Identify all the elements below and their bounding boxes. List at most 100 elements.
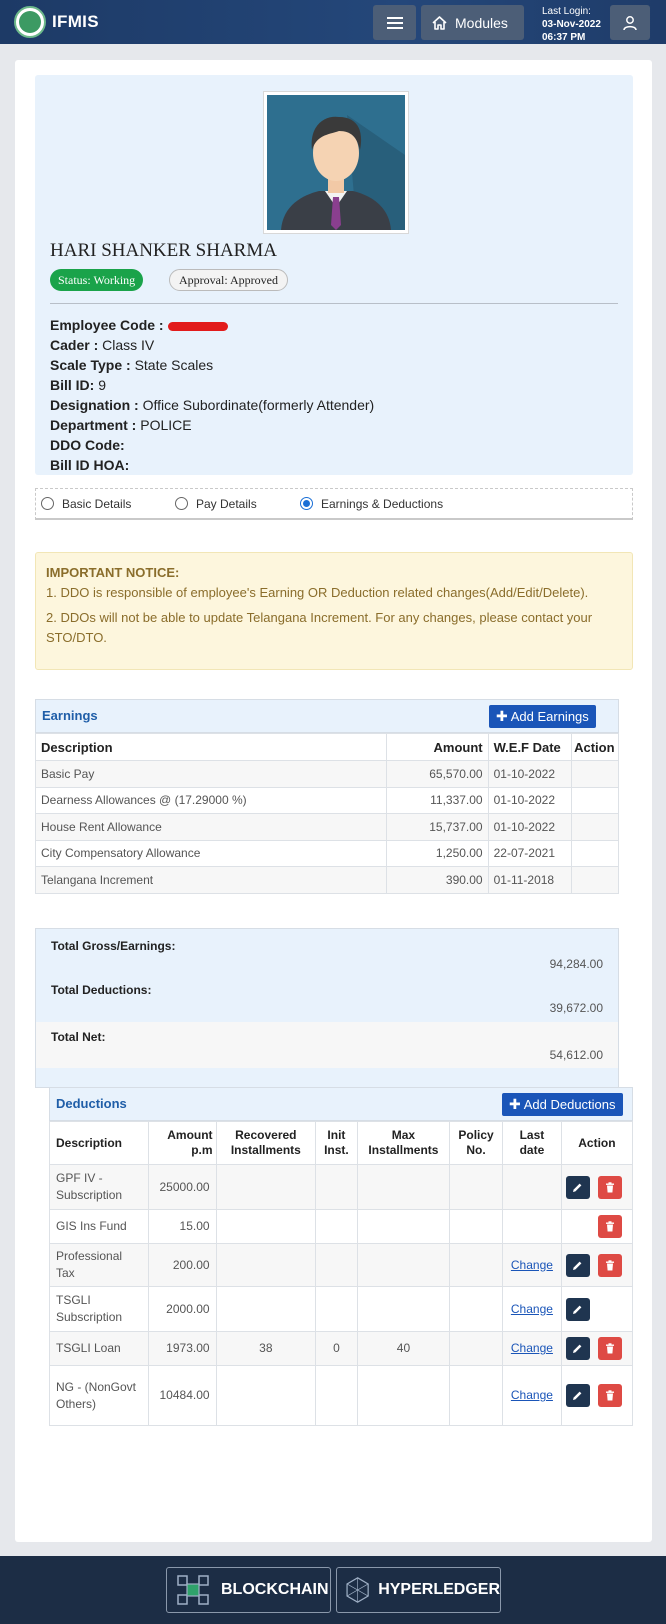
- pencil-icon: [573, 1391, 582, 1400]
- blockchain-button[interactable]: BLOCKCHAIN: [166, 1567, 331, 1613]
- status-badge: Status: Working: [50, 269, 144, 291]
- delete-deduction-button[interactable]: [597, 1253, 622, 1277]
- deduction-max-installments: [356, 1365, 451, 1426]
- scale-type-label: Scale Type :: [50, 357, 131, 373]
- deduction-row: TSGLI Subscription 2000.00 Change: [49, 1286, 634, 1332]
- col-wef-date: W.E.F Date: [487, 733, 573, 761]
- earning-description: Dearness Allowances @ (17.29000 %): [35, 786, 387, 814]
- edit-deduction-button[interactable]: [565, 1175, 590, 1199]
- change-link[interactable]: Change: [511, 1302, 553, 1316]
- total-net-label: Total Net:: [51, 1030, 106, 1044]
- add-deductions-label: Add Deductions: [523, 1097, 616, 1112]
- deductions-table: Description Amount p.m Recovered Install…: [49, 1121, 634, 1426]
- deduction-description: TSGLI Subscription: [49, 1286, 149, 1332]
- add-earnings-button[interactable]: ✚ Add Earnings: [489, 705, 596, 728]
- deduction-amount: 10484.00: [147, 1365, 217, 1426]
- change-link[interactable]: Change: [511, 1388, 553, 1402]
- deduction-row: NG - (NonGovt Others) 10484.00 Change: [49, 1365, 634, 1426]
- col-last-date: Last date: [501, 1121, 562, 1165]
- pencil-icon: [573, 1344, 582, 1353]
- deduction-policy-no: [449, 1243, 503, 1287]
- col-description: Description: [49, 1121, 149, 1165]
- earnings-row: Basic Pay 65,570.00 01-10-2022: [35, 760, 619, 788]
- totals-summary: Total Gross/Earnings: 94,284.00 Total De…: [35, 928, 619, 1088]
- deductions-section: Deductions ✚ Add Deductions Description …: [49, 1087, 634, 1426]
- earning-amount: 11,337.00: [385, 786, 489, 814]
- tab-pay-details[interactable]: Pay Details: [175, 497, 257, 511]
- deduction-actions: [560, 1164, 634, 1210]
- deduction-description: TSGLI Loan: [49, 1331, 149, 1366]
- earning-description: House Rent Allowance: [35, 813, 387, 841]
- earning-wef-date: 01-10-2022: [487, 786, 573, 814]
- col-amount: Amount: [385, 733, 489, 761]
- last-login-date: 03-Nov-2022: [542, 19, 601, 30]
- edit-deduction-button[interactable]: [565, 1337, 590, 1360]
- earning-description: Basic Pay: [35, 760, 387, 788]
- deduction-amount: 25000.00: [147, 1164, 217, 1210]
- tab-basic-details[interactable]: Basic Details: [41, 497, 131, 511]
- earning-amount: 15,737.00: [385, 813, 489, 841]
- hamburger-icon: [386, 16, 403, 29]
- pencil-icon: [573, 1183, 582, 1192]
- ddo-code-label: DDO Code:: [50, 437, 125, 453]
- add-earnings-label: Add Earnings: [510, 709, 589, 724]
- deduction-recovered: 38: [215, 1331, 317, 1366]
- deduction-init-inst: [315, 1209, 358, 1244]
- radio-earnings-deductions[interactable]: [300, 497, 313, 510]
- total-deductions-value: 39,672.00: [549, 1001, 603, 1015]
- blockchain-icon: [177, 1575, 209, 1605]
- tab-earnings-deductions[interactable]: Earnings & Deductions: [300, 497, 443, 511]
- pencil-icon: [573, 1305, 582, 1314]
- brand[interactable]: IFMIS: [14, 6, 99, 38]
- col-action: Action: [571, 733, 619, 761]
- hamburger-menu-button[interactable]: [373, 5, 416, 40]
- bill-id-value: 9: [98, 377, 107, 393]
- earning-action: [571, 760, 619, 788]
- deduction-policy-no: [449, 1209, 503, 1244]
- deduction-policy-no: [449, 1286, 503, 1332]
- deduction-actions: [560, 1209, 634, 1244]
- edit-deduction-button[interactable]: [565, 1297, 590, 1321]
- employee-profile-panel: HARI SHANKER SHARMA Status: Working Appr…: [35, 75, 633, 475]
- change-link[interactable]: Change: [511, 1341, 553, 1355]
- deduction-last-date: Change: [501, 1243, 562, 1287]
- trash-icon: [605, 1390, 614, 1401]
- deduction-init-inst: [315, 1286, 358, 1332]
- earning-description: Telangana Increment: [35, 866, 387, 894]
- edit-deduction-button[interactable]: [565, 1384, 590, 1407]
- user-menu-button[interactable]: [610, 5, 650, 40]
- deduction-amount: 2000.00: [147, 1286, 217, 1332]
- employee-code-label: Employee Code :: [50, 317, 164, 333]
- earning-wef-date: 22-07-2021: [487, 839, 573, 867]
- delete-deduction-button[interactable]: [597, 1384, 622, 1407]
- delete-deduction-button[interactable]: [597, 1337, 622, 1360]
- employee-details: Employee Code : Cader : Class IV Scale T…: [50, 315, 374, 475]
- change-link[interactable]: Change: [511, 1258, 553, 1272]
- edit-deduction-button[interactable]: [565, 1253, 590, 1277]
- delete-deduction-button[interactable]: [597, 1175, 622, 1199]
- earning-amount: 65,570.00: [385, 760, 489, 788]
- deduction-last-date: Change: [501, 1331, 562, 1366]
- deduction-policy-no: [449, 1331, 503, 1366]
- designation-value: Office Subordinate(formerly Attender): [142, 397, 375, 413]
- modules-button[interactable]: Modules: [421, 5, 524, 40]
- add-deductions-button[interactable]: ✚ Add Deductions: [502, 1093, 623, 1116]
- deduction-description: GPF IV - Subscription: [49, 1164, 149, 1210]
- col-policy-no: Policy No.: [449, 1121, 503, 1165]
- last-login-info: Last Login: 03-Nov-2022 06:37 PM: [542, 5, 601, 44]
- deduction-actions: [560, 1243, 634, 1287]
- radio-pay-details[interactable]: [175, 497, 188, 510]
- delete-deduction-button[interactable]: [597, 1215, 622, 1238]
- deduction-amount: 15.00: [147, 1209, 217, 1244]
- deduction-actions: [560, 1331, 634, 1366]
- department-label: Department :: [50, 417, 137, 433]
- hyperledger-button[interactable]: HYPERLEDGER: [336, 1567, 501, 1613]
- tab-basic-details-label: Basic Details: [62, 496, 132, 511]
- last-login-time: 06:37 PM: [542, 32, 586, 43]
- radio-basic-details[interactable]: [41, 497, 54, 510]
- deduction-recovered: [215, 1243, 317, 1287]
- trash-icon: [605, 1221, 614, 1232]
- total-net-value: 54,612.00: [549, 1048, 603, 1062]
- deduction-actions: [560, 1365, 634, 1426]
- earning-wef-date: 01-10-2022: [487, 813, 573, 841]
